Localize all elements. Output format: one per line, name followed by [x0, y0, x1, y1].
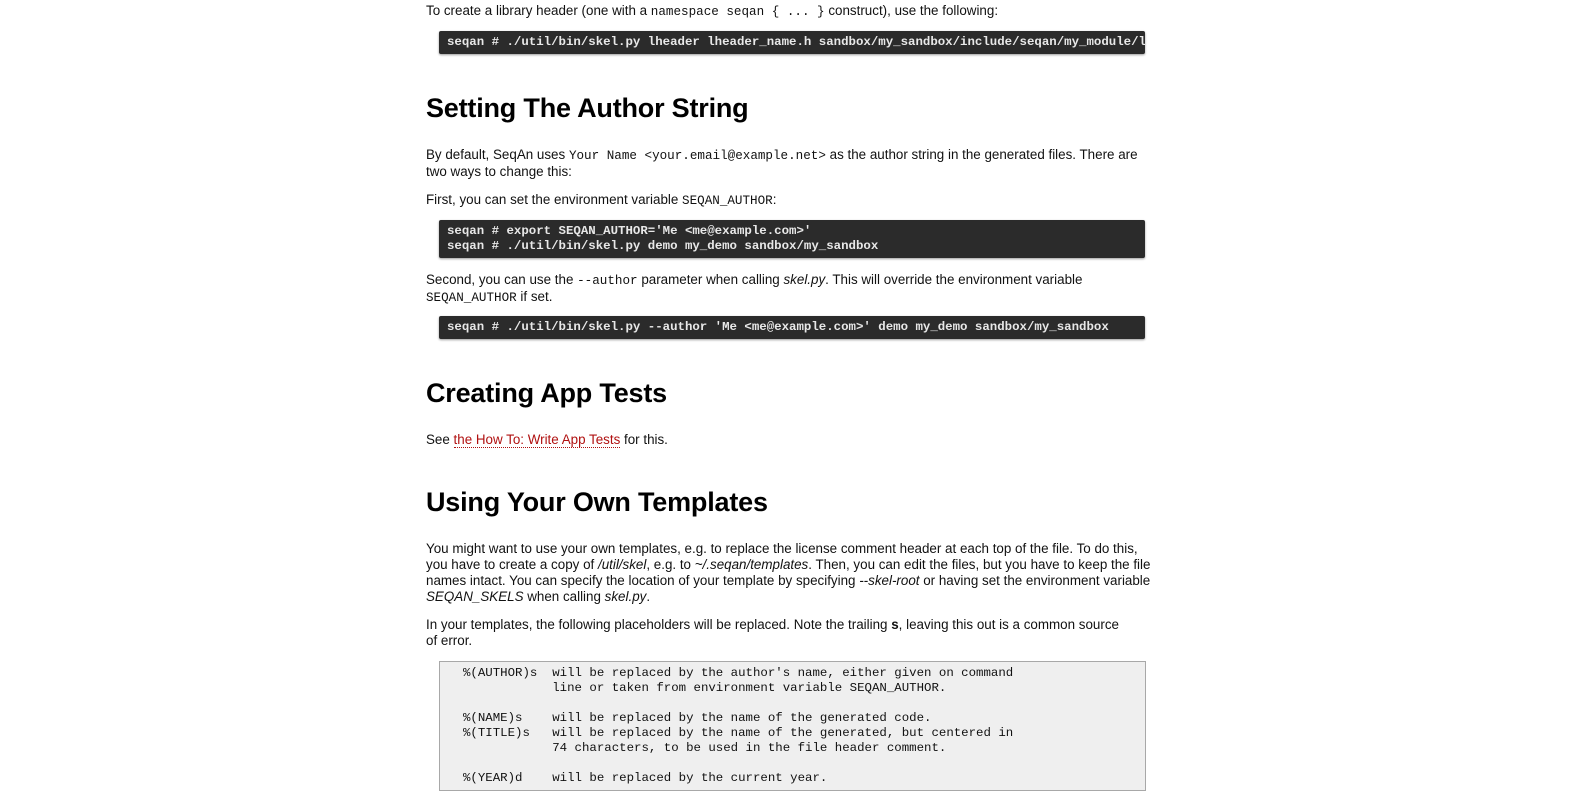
text: In your templates, the following placeho…: [426, 617, 892, 632]
text: or having set the environment variable: [919, 573, 1151, 588]
heading-own-templates: Using Your Own Templates: [426, 487, 768, 517]
emphasis: SEQAN_SKELS: [426, 589, 524, 604]
intro-text: To create a library header (one with a: [426, 3, 651, 18]
text: when calling: [523, 589, 605, 604]
inline-code: SEQAN_AUTHOR: [426, 291, 517, 305]
intro-paragraph: To create a library header (one with a n…: [426, 3, 998, 20]
code-block-placeholders: %(AUTHOR)s will be replaced by the autho…: [439, 661, 1146, 791]
code-block-export-author: seqan # export SEQAN_AUTHOR='Me <me@exam…: [439, 220, 1145, 258]
text: By default, SeqAn uses: [426, 147, 569, 162]
code-block-author-param: seqan # ./util/bin/skel.py --author 'Me …: [439, 316, 1145, 339]
inline-code: SEQAN_AUTHOR: [682, 194, 773, 208]
emphasis: skel.py: [604, 589, 647, 604]
author-paragraph-1: By default, SeqAn uses Your Name <your.e…: [426, 147, 1154, 180]
inline-code: Your Name <your.email@example.net>: [568, 149, 826, 163]
text: First, you can set the environment varia…: [426, 192, 683, 207]
text: See: [426, 432, 454, 447]
text: for this.: [620, 432, 668, 447]
text: if set.: [516, 289, 553, 304]
text: , e.g. to: [646, 557, 695, 572]
emphasis: /util/skel: [597, 557, 647, 572]
emphasis: --skel-root: [859, 573, 920, 588]
templates-paragraph-1: You might want to use your own templates…: [426, 541, 1156, 605]
inline-code: --author: [577, 274, 638, 288]
text: :: [772, 192, 777, 207]
strong-text: s: [891, 617, 899, 632]
link-write-app-tests[interactable]: the How To: Write App Tests: [453, 432, 621, 448]
intro-text-end: construct), use the following:: [824, 3, 999, 18]
text: Second, you can use the: [426, 272, 578, 287]
text: . This will override the environment var…: [825, 272, 1083, 287]
heading-app-tests: Creating App Tests: [426, 378, 667, 408]
emphasis: skel.py: [783, 272, 826, 287]
inline-code: namespace seqan { ... }: [650, 5, 825, 19]
heading-author-string: Setting The Author String: [426, 93, 749, 123]
templates-paragraph-2: In your templates, the following placeho…: [426, 617, 1126, 649]
text: parameter when calling: [637, 272, 784, 287]
code-block-lheader: seqan # ./util/bin/skel.py lheader lhead…: [439, 31, 1145, 54]
app-tests-paragraph: See the How To: Write App Tests for this…: [426, 432, 668, 448]
text: .: [646, 589, 651, 604]
author-paragraph-3: Second, you can use the --author paramet…: [426, 272, 1126, 306]
emphasis: ~/.seqan/templates: [694, 557, 809, 572]
author-paragraph-2: First, you can set the environment varia…: [426, 192, 776, 209]
